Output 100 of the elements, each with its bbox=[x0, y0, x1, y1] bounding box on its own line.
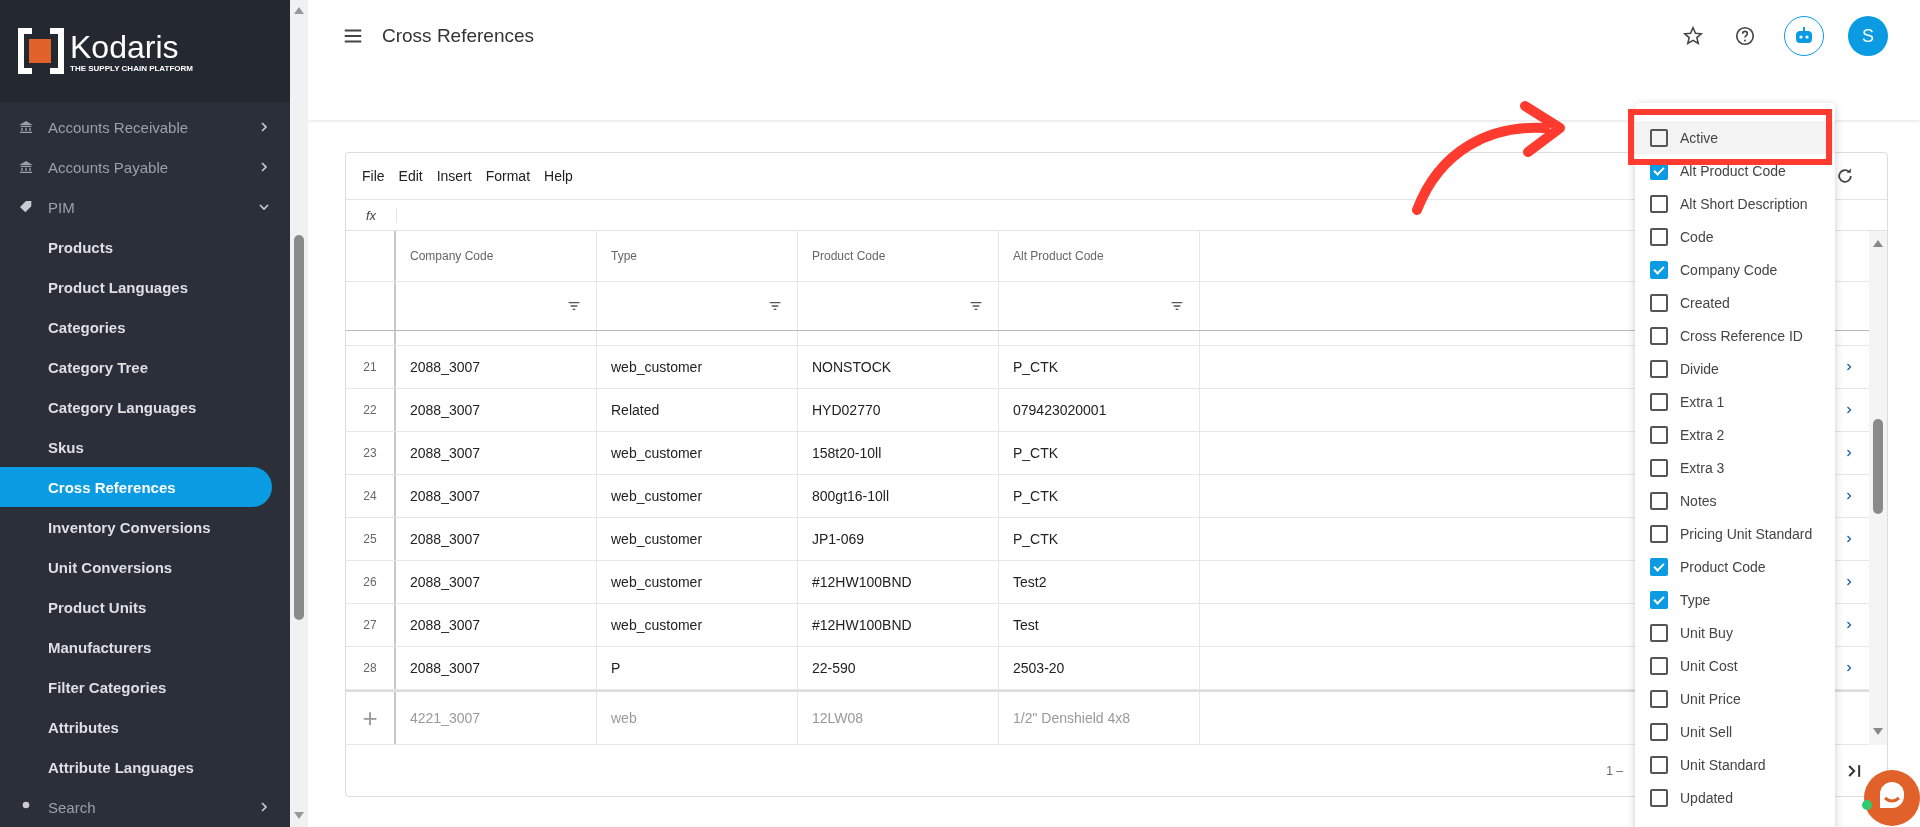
menu-item[interactable]: Insert bbox=[436, 168, 472, 184]
checkbox[interactable] bbox=[1650, 326, 1668, 345]
table-cell: 2088_3007 bbox=[396, 518, 597, 560]
checkbox[interactable] bbox=[1650, 623, 1668, 642]
assistant-button[interactable] bbox=[1784, 16, 1824, 56]
table-cell: 158t20-10ll bbox=[798, 432, 999, 474]
checkbox[interactable] bbox=[1650, 524, 1668, 543]
column-option[interactable]: Active bbox=[1635, 121, 1835, 154]
column-option[interactable]: Type bbox=[1635, 583, 1835, 616]
column-option[interactable]: Cross Reference ID bbox=[1635, 319, 1835, 352]
column-option[interactable]: Unit Sell bbox=[1635, 715, 1835, 748]
checkbox[interactable] bbox=[1650, 227, 1668, 246]
column-option[interactable]: Alt Product Code bbox=[1635, 154, 1835, 187]
checkbox[interactable] bbox=[1650, 359, 1668, 378]
checkbox[interactable] bbox=[1650, 590, 1668, 609]
bank-icon bbox=[18, 119, 34, 135]
table-cell: JP1-069 bbox=[798, 518, 999, 560]
sidebar-item[interactable]: Category Languages bbox=[0, 387, 272, 427]
column-option[interactable]: Notes bbox=[1635, 484, 1835, 517]
sidebar-item[interactable]: Product Languages bbox=[0, 267, 272, 307]
column-header[interactable]: Product Code bbox=[798, 231, 999, 281]
checkbox[interactable] bbox=[1650, 722, 1668, 741]
table-cell: web_customer bbox=[597, 518, 798, 560]
sidebar-group[interactable]: Accounts Payable bbox=[0, 147, 272, 187]
table-cell: 2088_3007 bbox=[396, 475, 597, 517]
table-cell: P_CTK bbox=[999, 432, 1200, 474]
formula-label: fx bbox=[346, 207, 397, 223]
column-option[interactable]: Extra 1 bbox=[1635, 385, 1835, 418]
column-option[interactable]: Extra 2 bbox=[1635, 418, 1835, 451]
column-option[interactable]: Alt Short Description bbox=[1635, 187, 1835, 220]
sidebar-item[interactable]: Unit Conversions bbox=[0, 547, 272, 587]
sidebar-item[interactable]: Manufacturers bbox=[0, 627, 272, 667]
row-number: 26 bbox=[346, 561, 396, 603]
column-option[interactable]: Updated bbox=[1635, 781, 1835, 814]
star-icon bbox=[1682, 25, 1704, 47]
refresh-button[interactable] bbox=[1835, 166, 1855, 186]
table-cell: 2088_3007 bbox=[396, 561, 597, 603]
checkbox[interactable] bbox=[1650, 194, 1668, 213]
table-cell: web_customer bbox=[597, 432, 798, 474]
help-icon bbox=[1734, 25, 1756, 47]
table-cell: web_customer bbox=[597, 561, 798, 603]
checkbox[interactable] bbox=[1650, 425, 1668, 444]
table-cell: #12HW100BND bbox=[798, 561, 999, 603]
scrollbar-thumb[interactable] bbox=[1873, 419, 1883, 514]
checkbox[interactable] bbox=[1650, 392, 1668, 411]
sidebar-group[interactable]: PIM bbox=[0, 187, 272, 227]
checkbox[interactable] bbox=[1650, 557, 1668, 576]
table-cell: HYD02770 bbox=[798, 389, 999, 431]
sidebar-item[interactable]: Product Units bbox=[0, 587, 272, 627]
table-cell: #12HW100BND bbox=[798, 604, 999, 646]
sidebar-group[interactable]: Search bbox=[0, 787, 272, 827]
column-option[interactable]: Divide bbox=[1635, 352, 1835, 385]
sidebar-item[interactable]: Skus bbox=[0, 427, 272, 467]
table-cell: NONSTOCK bbox=[798, 346, 999, 388]
table-cell: 079423020001 bbox=[999, 389, 1200, 431]
checkbox[interactable] bbox=[1650, 491, 1668, 510]
checkbox[interactable] bbox=[1650, 260, 1668, 279]
table-cell: P_CTK bbox=[999, 518, 1200, 560]
scrollbar-thumb[interactable] bbox=[294, 235, 304, 620]
column-option[interactable]: Extra 3 bbox=[1635, 451, 1835, 484]
menu-item[interactable]: Edit bbox=[398, 168, 423, 184]
table-cell: P bbox=[597, 647, 798, 689]
column-option[interactable]: Unit Buy bbox=[1635, 616, 1835, 649]
checkbox[interactable] bbox=[1650, 656, 1668, 675]
sidebar-group[interactable]: Accounts Receivable bbox=[0, 107, 272, 147]
column-option[interactable]: Unit Price bbox=[1635, 682, 1835, 715]
checkbox[interactable] bbox=[1650, 788, 1668, 807]
tag-icon bbox=[18, 199, 34, 215]
checkbox[interactable] bbox=[1650, 755, 1668, 774]
column-option[interactable]: Code bbox=[1635, 220, 1835, 253]
sidebar-item[interactable]: Categories bbox=[0, 307, 272, 347]
scroll-down-icon bbox=[1872, 725, 1884, 737]
column-option[interactable]: Unit Cost bbox=[1635, 649, 1835, 682]
column-header[interactable]: Alt Product Code bbox=[999, 231, 1200, 281]
column-header[interactable]: Type bbox=[597, 231, 798, 281]
table-cell: 2503-20 bbox=[999, 647, 1200, 689]
checkbox[interactable] bbox=[1650, 293, 1668, 312]
column-option[interactable]: Created bbox=[1635, 286, 1835, 319]
table-cell: 2088_3007 bbox=[396, 346, 597, 388]
menu-item[interactable]: File bbox=[362, 168, 385, 184]
row-number: 27 bbox=[346, 604, 396, 646]
logo-tagline: THE SUPPLY CHAIN PLATFORM bbox=[70, 63, 193, 73]
sidebar-item[interactable]: Category Tree bbox=[0, 347, 272, 387]
sidebar-item[interactable]: Attribute Languages bbox=[0, 747, 272, 787]
column-option[interactable]: Company Code bbox=[1635, 253, 1835, 286]
column-option[interactable]: Product Code bbox=[1635, 550, 1835, 583]
checkbox[interactable] bbox=[1650, 458, 1668, 477]
sidebar-item[interactable]: Products bbox=[0, 227, 272, 267]
menu-item[interactable]: Help bbox=[544, 168, 573, 184]
column-option[interactable]: Pricing Unit Standard bbox=[1635, 517, 1835, 550]
menu-item[interactable]: Format bbox=[485, 168, 531, 184]
table-cell: web_customer bbox=[597, 346, 798, 388]
checkbox[interactable] bbox=[1650, 689, 1668, 708]
column-header[interactable]: Company Code bbox=[396, 231, 597, 281]
sidebar-item[interactable]: Filter Categories bbox=[0, 667, 272, 707]
column-option[interactable]: Unit Standard bbox=[1635, 748, 1835, 781]
sidebar-item[interactable]: Inventory Conversions bbox=[0, 507, 272, 547]
checkbox[interactable] bbox=[1650, 128, 1668, 147]
row-number: 25 bbox=[346, 518, 396, 560]
sidebar-item[interactable]: Attributes bbox=[0, 707, 272, 747]
